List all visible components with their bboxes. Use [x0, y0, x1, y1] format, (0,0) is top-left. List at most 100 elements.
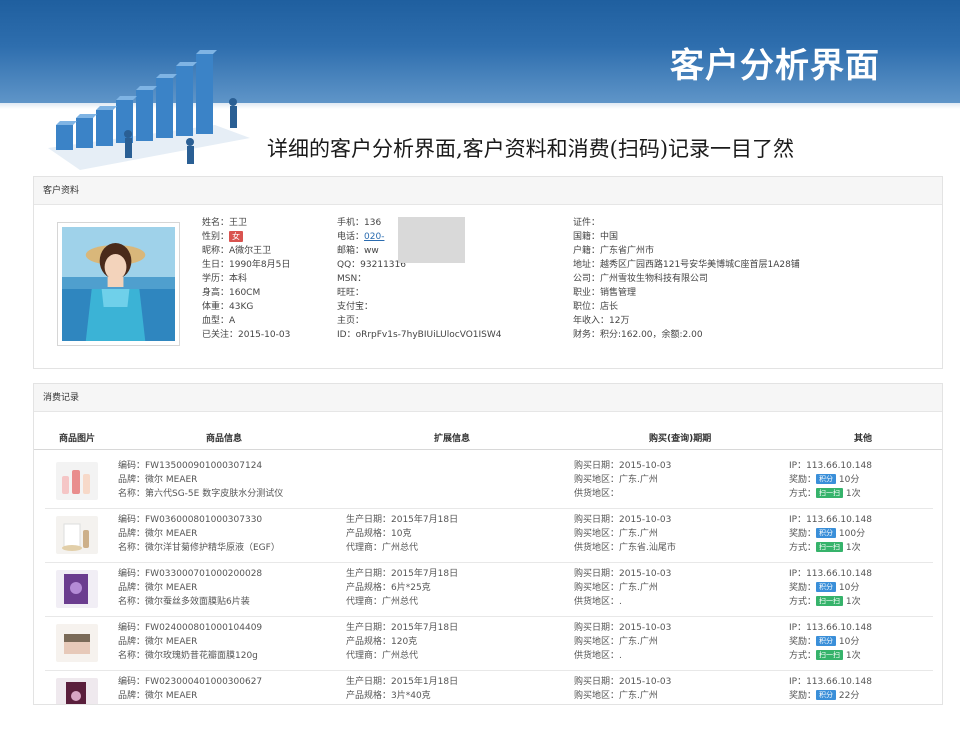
- ip-address: IP：113.66.10.148: [789, 677, 872, 687]
- profile-basic-info: 姓名：王卫 性别：女 昵称：A微尔王卫 生日：1990年8月5日 学历：本科 身…: [202, 216, 290, 342]
- product-thumbnail[interactable]: [56, 462, 98, 500]
- reward: 奖励： 积分 10分: [789, 581, 872, 595]
- method-label: 方式：: [789, 597, 817, 607]
- method: 方式： 扫一扫 1次: [789, 595, 872, 609]
- extended-info: 生产日期：2015年7月18日 产品规格：120克 代理商：广州总代: [346, 621, 458, 663]
- ip-address: IP：113.66.10.148: [789, 461, 872, 471]
- col-header-image: 商品图片: [59, 434, 96, 444]
- product-code: 编码：FW036000801000307330: [118, 515, 263, 525]
- other-info: IP：113.66.10.148 奖励： 积分 22分: [789, 675, 872, 703]
- purchase-region: 购买地区：广东.广州: [574, 475, 658, 485]
- reward: 奖励： 积分 10分: [789, 635, 872, 649]
- purchase-date: 购买日期：2015-10-03: [574, 677, 672, 687]
- reward-value: 10分: [838, 475, 860, 485]
- product-brand: 品牌：微尔 MEAER: [118, 637, 198, 647]
- scan-tag: 扫一扫: [816, 596, 844, 606]
- profile-blood-type: 血型：A: [202, 316, 236, 326]
- purchase-region: 购买地区：广东.广州: [574, 637, 658, 647]
- production-date: 生产日期：2015年1月18日: [346, 677, 459, 687]
- product-thumbnail[interactable]: [56, 678, 98, 704]
- profile-hukou: 户籍：广东省广州市: [573, 246, 655, 256]
- profile-alipay: 支付宝：: [337, 302, 374, 312]
- growth-chart-illustration: [48, 50, 250, 170]
- profile-position: 职位：店长: [573, 302, 619, 312]
- reward-label: 奖励：: [789, 583, 817, 593]
- reward-value: 100分: [838, 529, 866, 539]
- profile-education: 学历：本科: [202, 274, 248, 284]
- profile-company: 公司：广州雪妆生物科技有限公司: [573, 274, 709, 284]
- records-table-header: 商品图片 商品信息 扩展信息 购买(查询)期期 其他: [34, 428, 942, 450]
- table-row[interactable]: 编码：FW024000801000104409 品牌：微尔 MEAER 名称：微尔玫…: [45, 617, 933, 671]
- reward-label: 奖励：: [789, 475, 817, 485]
- profile-followed-date: 已关注：2015-10-03: [202, 330, 291, 340]
- product-code: 编码：FW033000701000200028: [118, 569, 263, 579]
- purchase-info: 购买日期：2015-10-03 购买地区：广东.广州 供货地区：广东省.汕尾市: [574, 513, 676, 555]
- reward-value: 22分: [838, 691, 860, 701]
- product-name: 名称：微尔玫瑰奶昔花瓣面膜120g: [118, 651, 258, 661]
- profile-wangwang: 旺旺：: [337, 288, 365, 298]
- profile-wealth: 财务：积分:162.00，余额:2.00: [573, 330, 703, 340]
- profile-address: 地址：越秀区广园西路121号安华美博城C座首层1A28铺: [573, 260, 800, 270]
- profile-name: 姓名：王卫: [202, 218, 248, 228]
- product-info: 编码：FW033000701000200028 品牌：微尔 MEAER 名称：微尔蚕…: [118, 567, 262, 609]
- method-label: 方式：: [789, 651, 817, 661]
- purchase-date: 购买日期：2015-10-03: [574, 623, 672, 633]
- profile-nationality: 国籍：中国: [573, 232, 619, 242]
- table-row[interactable]: 编码：FW033000701000200028 品牌：微尔 MEAER 名称：微尔蚕…: [45, 563, 933, 617]
- product-info: 编码：FW036000801000307330 品牌：微尔 MEAER 名称：微尔洋…: [118, 513, 280, 555]
- purchase-info: 购买日期：2015-10-03 购买地区：广东.广州: [574, 675, 671, 703]
- col-header-product: 商品信息: [206, 434, 243, 444]
- profile-birthday: 生日：1990年8月5日: [202, 260, 291, 270]
- points-tag: 积分: [816, 528, 837, 538]
- phone-link[interactable]: 020-: [364, 232, 384, 242]
- product-brand: 品牌：微尔 MEAER: [118, 583, 198, 593]
- purchase-records-panel: 消费记录 商品图片 商品信息 扩展信息 购买(查询)期期 其他 编码：FW135…: [33, 383, 943, 705]
- method: 方式： 扫一扫 1次: [789, 487, 872, 501]
- slide-title: 客户分析界面: [670, 46, 880, 86]
- scan-tag: 扫一扫: [816, 542, 844, 552]
- product-thumbnail[interactable]: [56, 516, 98, 554]
- profile-panel-header: 客户资料: [34, 177, 942, 205]
- ip-address: IP：113.66.10.148: [789, 515, 872, 525]
- customer-avatar: [57, 222, 180, 346]
- product-thumbnail[interactable]: [56, 624, 98, 662]
- method-value: 1次: [845, 489, 861, 499]
- redaction-block: [398, 217, 465, 263]
- other-info: IP：113.66.10.148 奖励： 积分 10分 方式： 扫一扫 1次: [789, 567, 872, 609]
- product-info: 编码：FW024000801000104409 品牌：微尔 MEAER 名称：微尔玫…: [118, 621, 262, 663]
- extended-info: 生产日期：2015年7月18日 产品规格：6片*25克 代理商：广州总代: [346, 567, 458, 609]
- method: 方式： 扫一扫 1次: [789, 541, 872, 555]
- method-label: 方式：: [789, 543, 817, 553]
- other-info: IP：113.66.10.148 奖励： 积分 10分方式： 扫一扫 1次: [789, 621, 872, 663]
- supply-region: 供货地区：.: [574, 651, 622, 661]
- product-thumbnail[interactable]: [56, 570, 98, 608]
- ip-address: IP：113.66.10.148: [789, 569, 872, 579]
- other-info: IP：113.66.10.148 奖励： 积分 10分 方式： 扫一扫 1次: [789, 459, 872, 501]
- product-name: 名称：第六代SG-5E 数字皮肤水分测试仪: [118, 489, 284, 499]
- table-row[interactable]: 编码：FW135000901000307124 品牌：微尔 MEAER 名称：第六代…: [45, 455, 933, 509]
- points-tag: 积分: [816, 582, 837, 592]
- scan-tag: 扫一扫: [816, 650, 844, 660]
- product-info: 编码：FW023000401000300627 品牌：微尔 MEAER: [118, 675, 262, 703]
- table-row[interactable]: 编码：FW023000401000300627 品牌：微尔 MEAER 生产日期：2…: [45, 671, 933, 704]
- gender-badge: 女: [229, 231, 244, 242]
- profile-idcard: 证件：: [573, 218, 601, 228]
- ip-address: IP：113.66.10.148: [789, 623, 872, 633]
- purchase-region: 购买地区：广东.广州: [574, 583, 658, 593]
- points-tag: 积分: [816, 690, 837, 700]
- production-date: 生产日期：2015年7月18日: [346, 515, 459, 525]
- points-tag: 积分: [816, 636, 837, 646]
- reward: 奖励： 积分 10分: [789, 473, 872, 487]
- method-value: 1次: [845, 651, 861, 661]
- product-agent: 代理商：广州总代: [346, 597, 419, 607]
- extended-info: 生产日期：2015年7月18日 产品规格：10克 代理商：广州总代: [346, 513, 458, 555]
- table-row[interactable]: 编码：FW036000801000307330 品牌：微尔 MEAER 名称：微尔洋…: [45, 509, 933, 563]
- method-value: 1次: [845, 543, 861, 553]
- profile-nickname: 昵称：A微尔王卫: [202, 246, 272, 256]
- purchase-info: 购买日期：2015-10-03 购买地区：广东.广州 供货地区：.: [574, 567, 671, 609]
- product-code: 编码：FW024000801000104409: [118, 623, 263, 633]
- product-agent: 代理商：广州总代: [346, 651, 419, 661]
- profile-height: 身高：160CM: [202, 288, 261, 298]
- method-value: 1次: [845, 597, 861, 607]
- purchase-info: 购买日期：2015-10-03 购买地区：广东.广州 供货地区：: [574, 459, 671, 501]
